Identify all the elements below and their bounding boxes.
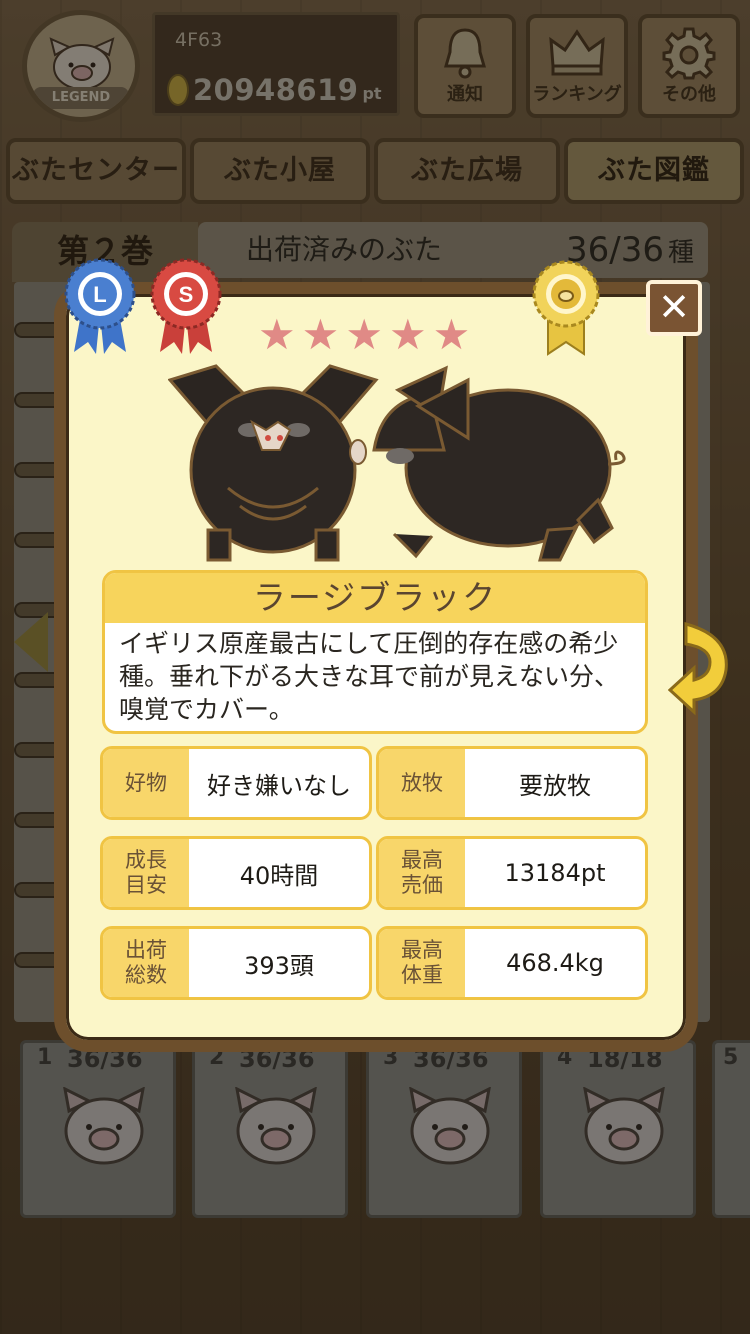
s-ribbon-icon: S [150,258,222,354]
pig-name: ラージブラック [105,573,645,623]
stat-label: 出荷 総数 [103,929,189,997]
ribbon-l-letter: L [93,282,106,307]
stat-value: 393頭 [244,951,314,980]
star-icon: ★ [388,310,427,359]
stat-favorite: 好物 好き嫌いなし [100,746,372,820]
star-icon: ★ [258,310,296,359]
stat-value: 好き嫌いなし [207,771,351,800]
ribbon-s-letter: S [179,282,194,307]
stat-label: 最高 売価 [379,839,465,907]
stat-max-price: 最高 売価 13184pt [376,836,648,910]
stat-label: 成長 目安 [103,839,189,907]
gold-pig-medal-icon [532,260,600,356]
stat-growth-time: 成長 目安 40時間 [100,836,372,910]
pig-description: イギリス原産最古にして圧倒的存在感の希少種。垂れ下がる大きな耳で前が見えない分、… [119,629,620,724]
rotate-view-icon[interactable] [668,616,734,716]
stat-label: 最高 体重 [379,929,465,997]
stat-value: 468.4kg [506,949,604,977]
star-icon: ★ [345,310,383,359]
pig-info-box: ラージブラック イギリス原産最古にして圧倒的存在感の希少種。垂れ下がる大きな耳で… [102,570,648,734]
stat-value: 40時間 [239,861,319,890]
stat-value: 13184pt [504,859,606,887]
stat-total-shipped: 出荷 総数 393頭 [100,926,372,1000]
large-black-pig-illustration [168,364,626,562]
stat-value: 要放牧 [519,771,591,800]
star-icon: ★ [432,310,471,359]
stat-label: 放牧 [379,749,465,817]
stat-max-weight: 最高 体重 468.4kg [376,926,648,1000]
stat-grazing: 放牧 要放牧 [376,746,648,820]
stat-label: 好物 [103,749,189,817]
close-button[interactable]: ✕ [646,280,702,336]
rarity-stars: ★ ★ ★ ★ ★ [258,312,470,358]
star-icon: ★ [301,310,340,359]
l-ribbon-icon: L [64,258,136,354]
